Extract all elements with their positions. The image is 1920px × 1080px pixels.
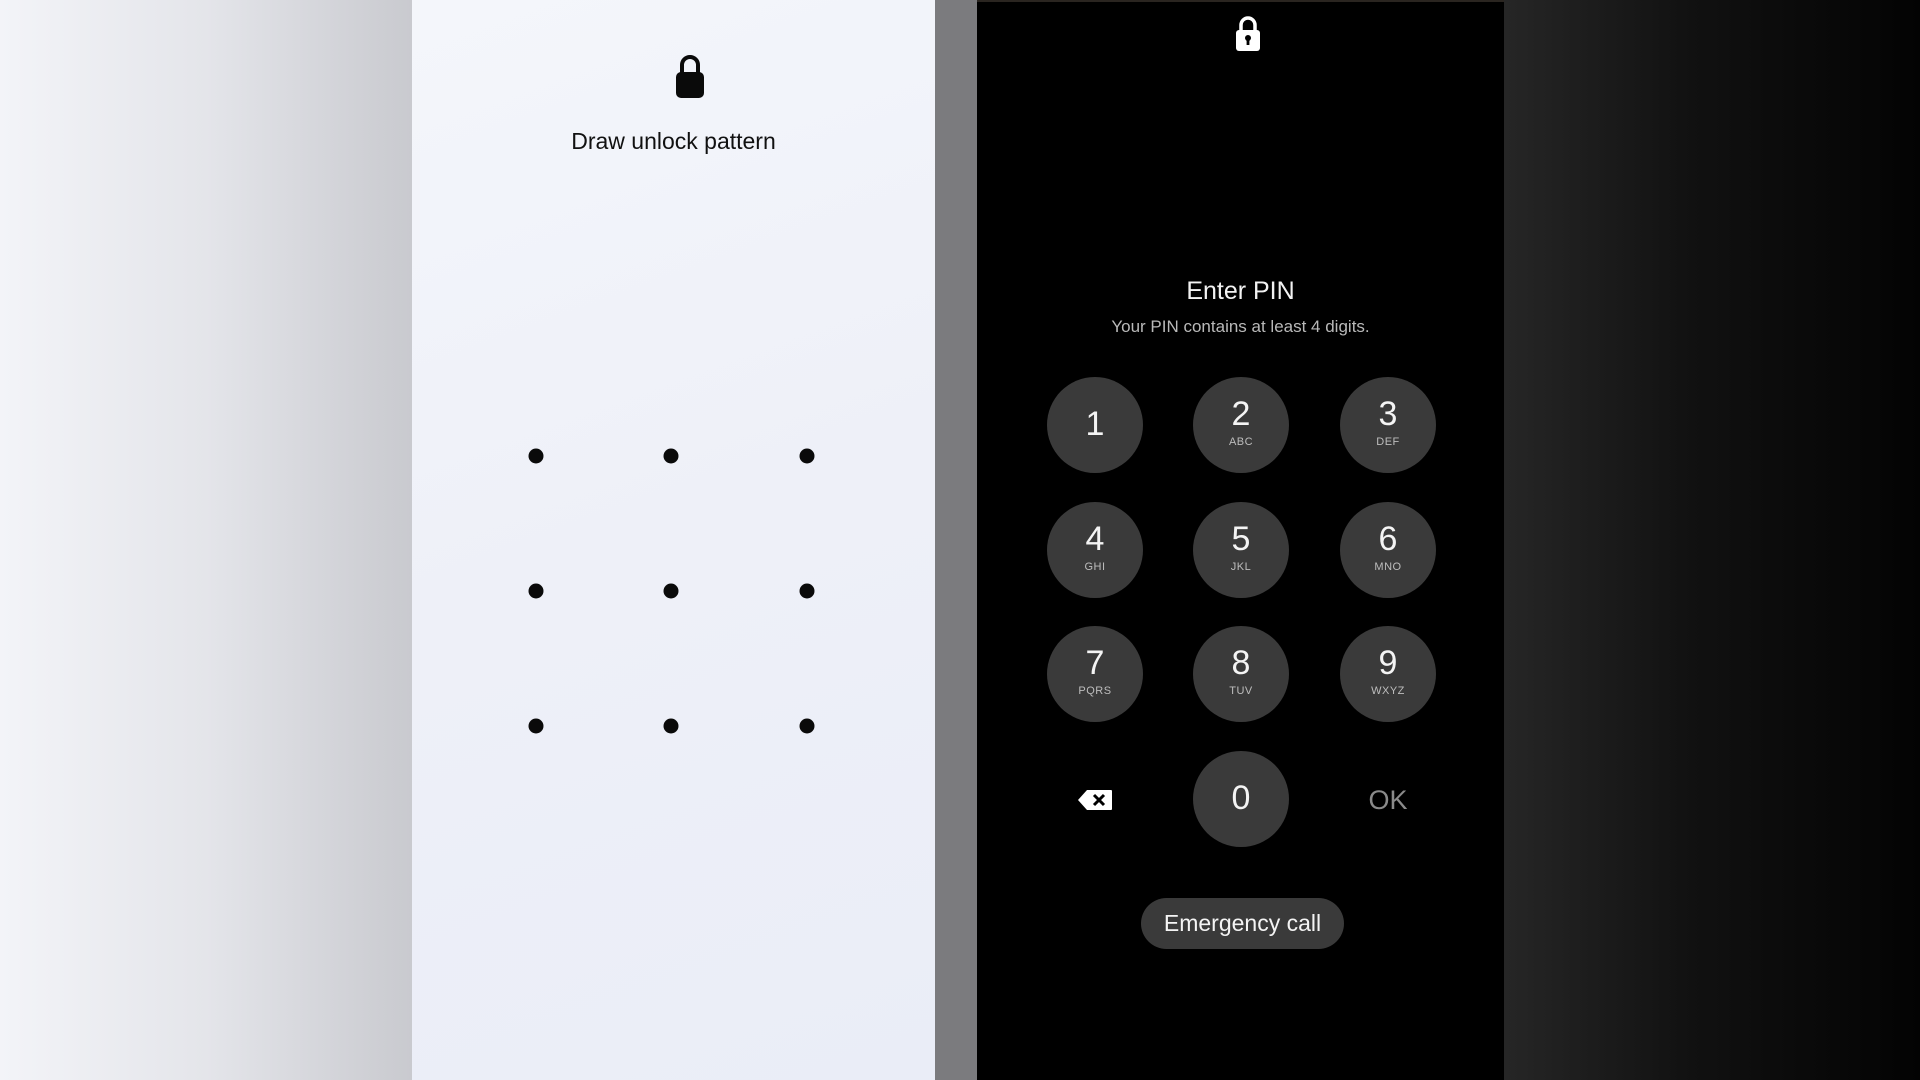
- pattern-dot[interactable]: [663, 583, 679, 599]
- key-3[interactable]: 3 DEF: [1340, 377, 1436, 473]
- lock-icon: [676, 55, 704, 98]
- pattern-dot[interactable]: [663, 718, 679, 734]
- pin-title: Enter PIN: [1186, 277, 1295, 305]
- divider-strip: [935, 0, 977, 1080]
- backspace-icon[interactable]: [1077, 789, 1113, 811]
- pattern-dot[interactable]: [528, 718, 544, 734]
- key-2[interactable]: 2 ABC: [1193, 377, 1289, 473]
- key-digit: 5: [1231, 520, 1251, 558]
- background-right: [1504, 0, 1920, 1080]
- key-9[interactable]: 9 WXYZ: [1340, 626, 1436, 722]
- lock-icon: [1236, 16, 1260, 51]
- key-letters: PQRS: [1078, 685, 1112, 697]
- key-1[interactable]: 1: [1047, 377, 1143, 473]
- pattern-title: Draw unlock pattern: [571, 128, 776, 154]
- key-digit: 3: [1378, 395, 1398, 433]
- pattern-dot[interactable]: [528, 583, 544, 599]
- key-digit: 4: [1085, 520, 1105, 558]
- key-letters: ABC: [1228, 436, 1254, 448]
- key-4[interactable]: 4 GHI: [1047, 502, 1143, 598]
- key-5[interactable]: 5 JKL: [1193, 502, 1289, 598]
- key-letters: GHI: [1084, 561, 1106, 573]
- ok-button[interactable]: OK: [1358, 780, 1418, 820]
- key-letters: MNO: [1374, 561, 1402, 573]
- pattern-dot[interactable]: [528, 448, 544, 464]
- key-digit: 0: [1231, 779, 1251, 817]
- key-letters: JKL: [1230, 561, 1252, 573]
- key-7[interactable]: 7 PQRS: [1047, 626, 1143, 722]
- key-digit: 2: [1231, 395, 1251, 433]
- key-letters: DEF: [1376, 436, 1400, 448]
- pattern-dot[interactable]: [799, 718, 815, 734]
- key-letters: TUV: [1229, 685, 1253, 697]
- pin-subtitle: Your PIN contains at least 4 digits.: [1111, 317, 1370, 336]
- background-left: [0, 0, 412, 1080]
- key-digit: 7: [1085, 644, 1105, 682]
- emergency-call-button[interactable]: Emergency call: [1141, 898, 1344, 949]
- key-letters: WXYZ: [1371, 685, 1405, 697]
- pattern-lock-screen: [412, 0, 935, 1080]
- key-8[interactable]: 8 TUV: [1193, 626, 1289, 722]
- key-6[interactable]: 6 MNO: [1340, 502, 1436, 598]
- key-digit: 6: [1378, 520, 1398, 558]
- key-digit: 1: [1085, 405, 1105, 443]
- key-digit: 9: [1378, 644, 1398, 682]
- key-digit: 8: [1231, 644, 1251, 682]
- pattern-dot[interactable]: [799, 583, 815, 599]
- pattern-dot[interactable]: [663, 448, 679, 464]
- pattern-dot[interactable]: [799, 448, 815, 464]
- key-0[interactable]: 0: [1193, 751, 1289, 847]
